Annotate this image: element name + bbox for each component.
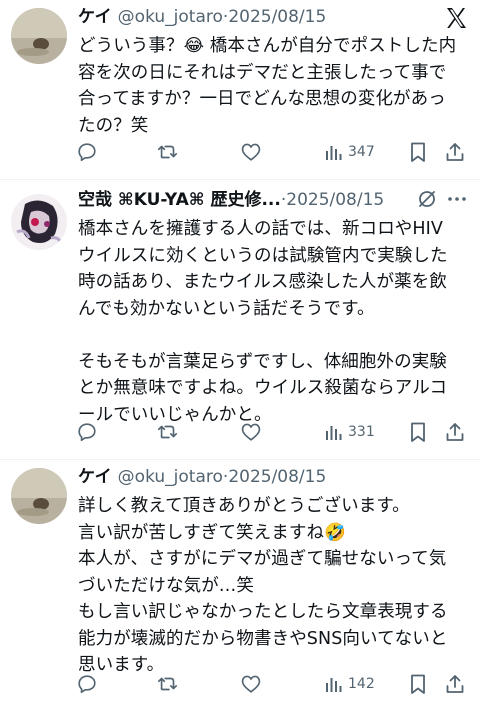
share-button[interactable] <box>444 138 466 166</box>
action-bar: 142 <box>74 670 472 698</box>
user-handle[interactable]: @oku_jotaro <box>118 467 223 487</box>
retweet-button[interactable] <box>156 138 180 166</box>
reply-button[interactable] <box>76 418 98 446</box>
views-button[interactable]: 347 <box>324 138 375 166</box>
tweet-text: 詳しく教えて頂きありがとうございます。 言い訳が苦しすぎて笑えますね🤣 本人が、さす… <box>78 493 468 679</box>
tweet-text: 橋本さんを擁護する人の話では、新コロやHIV ウイルスに効くというのは試験管内で実… <box>78 216 468 428</box>
reply-button[interactable] <box>76 138 98 166</box>
retweet-button[interactable] <box>156 670 180 698</box>
action-bar: 331 <box>74 418 472 446</box>
bookmark-icon <box>411 422 425 442</box>
reply-icon <box>78 423 96 442</box>
user-handle[interactable]: @oku_jotaro <box>118 7 223 27</box>
retweet-icon <box>158 425 178 439</box>
text-line: そもそもが言葉足らずですし、体細胞外の実験 <box>78 351 447 372</box>
text-line: 言い訳が苦しすぎて笑えますね🤣 <box>78 522 346 543</box>
views-chart-icon <box>326 146 342 160</box>
text-line: 合ってますか？一日でどんな思想の変化があっ <box>78 89 446 109</box>
view-count: 142 <box>348 676 375 692</box>
views-button[interactable]: 331 <box>324 418 375 446</box>
share-button[interactable] <box>444 418 466 446</box>
text-line: ウイルスに効くというのは試験管内で実験した <box>78 245 448 266</box>
tweet-header: ケイ @oku_jotaro·2025/08/15 <box>78 464 466 490</box>
display-name[interactable]: ケイ <box>78 467 112 487</box>
tweet-3[interactable]: ケイ @oku_jotaro·2025/08/15 詳しく教えて頂きありがとうござ… <box>0 460 480 707</box>
heart-icon <box>241 143 261 161</box>
avatar[interactable] <box>11 468 67 524</box>
text-line: どういう事？😂 橋本さんが自分でポストした内 <box>78 36 457 56</box>
bookmark-icon <box>411 142 425 162</box>
bookmark-button[interactable] <box>408 418 428 446</box>
like-button[interactable] <box>240 138 262 166</box>
tweet-date[interactable]: 2025/08/15 <box>228 467 326 487</box>
retweet-icon <box>158 145 178 159</box>
share-icon <box>446 423 464 441</box>
text-line: 本人が、さすがにデマが過ぎて騙せないって気 <box>78 549 447 569</box>
text-line: づいただけな気が…笑 <box>78 575 254 596</box>
x-logo-icon[interactable] <box>444 6 468 30</box>
text-line: 詳しく教えて頂きありがとうございます。 <box>78 496 410 516</box>
bookmark-button[interactable] <box>408 138 428 166</box>
share-icon <box>446 675 464 693</box>
views-chart-icon <box>326 678 342 692</box>
bookmark-icon <box>411 674 425 694</box>
text-line <box>78 322 468 349</box>
tweet-date[interactable]: 2025/08/15 <box>286 190 384 210</box>
text-line: もし言い訳じゃなかったとしたら文章表現する <box>78 602 448 622</box>
display-name[interactable]: ケイ <box>78 7 112 27</box>
text-line: たの？笑 <box>78 115 149 136</box>
reply-button[interactable] <box>76 670 98 698</box>
like-button[interactable] <box>240 418 262 446</box>
views-chart-icon <box>326 426 342 440</box>
avatar[interactable] <box>11 194 67 250</box>
view-count: 331 <box>348 424 375 440</box>
tweet-2[interactable]: 空哉 ⌘KU-YA⌘ 歴史修...·2025/08/15 橋本さんを擁護する人の… <box>0 180 480 460</box>
share-icon <box>446 143 464 161</box>
heart-icon <box>241 675 261 693</box>
action-bar: 347 <box>74 138 472 166</box>
text-line: 容を次の日にそれはデマだと主張したって事で <box>78 62 447 83</box>
text-line: 時の話あり、またウイルス感染した人が薬を飲 <box>78 272 447 292</box>
tweet-1[interactable]: ケイ @oku_jotaro·2025/08/15 どういう事？😂 橋本さんが自分… <box>0 0 480 180</box>
tweet-header: ケイ @oku_jotaro·2025/08/15 <box>78 4 466 30</box>
text-line: 橋本さんを擁護する人の話では、新コロやHIV <box>78 219 443 239</box>
views-button[interactable]: 142 <box>324 670 375 698</box>
view-count: 347 <box>348 144 375 160</box>
reply-icon <box>78 143 96 162</box>
text-line: んでも効かないという話だそうです。 <box>78 298 375 319</box>
tweet-text: どういう事？😂 橋本さんが自分でポストした内 容を次の日にそれはデマだと主張したっ… <box>78 33 468 139</box>
reply-icon <box>78 675 96 694</box>
avatar[interactable] <box>11 8 67 64</box>
tweet-date[interactable]: 2025/08/15 <box>228 7 326 27</box>
share-button[interactable] <box>444 670 466 698</box>
text-line: とか無意味ですよね。ウイルス殺菌ならアルコ <box>78 378 448 398</box>
retweet-icon <box>158 677 178 691</box>
text-line: 能力が壊滅的だから物書きやSNS向いてないと <box>78 628 448 649</box>
display-name[interactable]: 空哉 ⌘KU-YA⌘ 歴史修... <box>78 190 281 210</box>
tweet-header: 空哉 ⌘KU-YA⌘ 歴史修...·2025/08/15 <box>78 187 466 213</box>
retweet-button[interactable] <box>156 418 180 446</box>
grok-icon[interactable] <box>416 188 438 210</box>
heart-icon <box>241 423 261 441</box>
more-options-icon[interactable] <box>446 188 468 210</box>
bookmark-button[interactable] <box>408 670 428 698</box>
like-button[interactable] <box>240 670 262 698</box>
